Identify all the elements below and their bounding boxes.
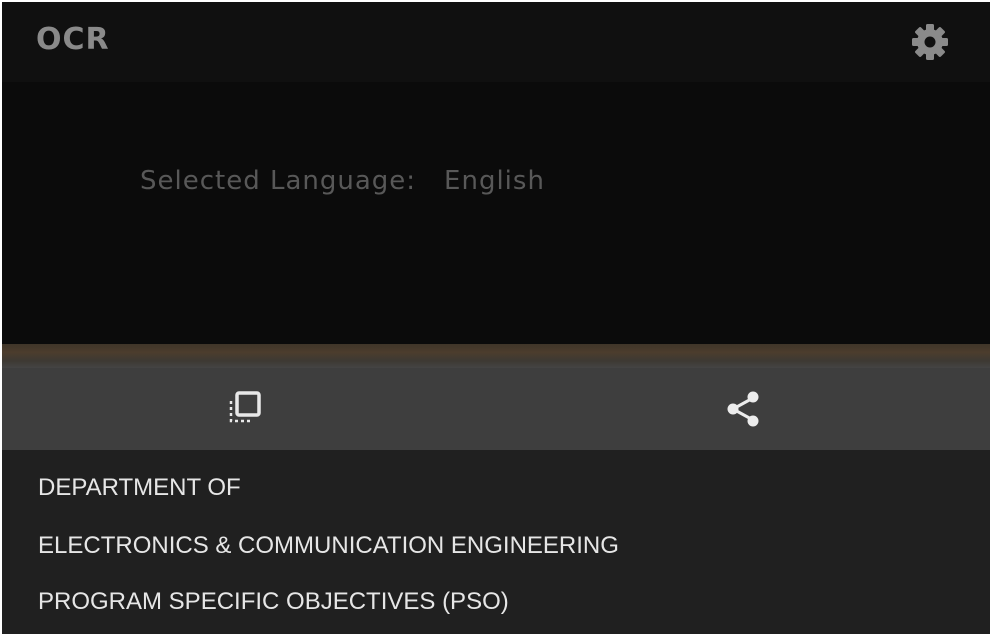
preview-edge-strip bbox=[2, 344, 990, 368]
result-line: PROGRAM SPECIFIC OBJECTIVES (PSO) bbox=[38, 588, 509, 615]
camera-preview[interactable]: Selected Language: English bbox=[2, 82, 990, 344]
copy-button[interactable] bbox=[220, 386, 270, 432]
action-bar bbox=[2, 368, 990, 450]
gear-icon bbox=[912, 24, 948, 60]
share-button[interactable] bbox=[718, 386, 768, 432]
app-screen: OCR Selected Language: English DEPARTMEN… bbox=[2, 2, 990, 634]
app-title: OCR bbox=[36, 22, 110, 57]
share-icon bbox=[727, 391, 759, 427]
settings-button[interactable] bbox=[906, 20, 954, 64]
copy-icon bbox=[229, 391, 261, 423]
result-line: ELECTRONICS & COMMUNICATION ENGINEERING bbox=[38, 532, 619, 559]
ocr-result-panel[interactable]: DEPARTMENT OF ELECTRONICS & COMMUNICATIO… bbox=[2, 450, 990, 634]
result-line: DEPARTMENT OF bbox=[38, 474, 241, 501]
selected-language-row: Selected Language: English bbox=[140, 166, 545, 196]
selected-language-value: English bbox=[444, 166, 545, 196]
selected-language-label: Selected Language: bbox=[140, 166, 417, 196]
app-bar: OCR bbox=[2, 2, 990, 82]
